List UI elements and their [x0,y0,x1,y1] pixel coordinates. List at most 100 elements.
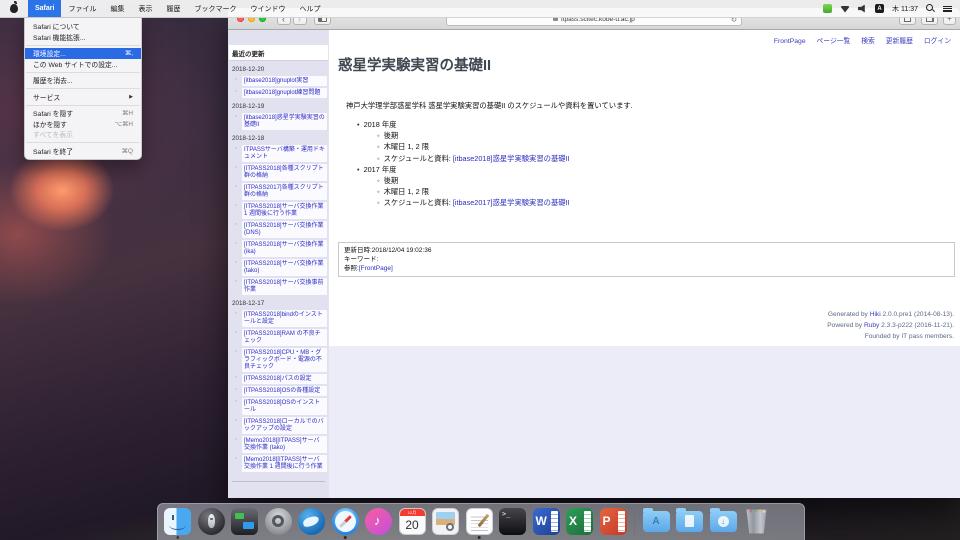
sidebar-title: 最近の更新 [229,45,328,61]
trash-icon[interactable] [743,508,770,535]
system-preferences-icon[interactable] [265,508,292,535]
menu-item-about-safari[interactable]: Safari について [25,21,141,32]
thunderbird-icon[interactable] [298,508,325,535]
menu-bar: Safari ファイル 編集 表示 履歴 ブックマーク ウインドウ ヘルプ A … [0,0,960,18]
nav-login[interactable]: ログイン [924,38,951,45]
nav-update-history[interactable]: 更新履歴 [886,38,913,45]
menu-separator [26,72,140,73]
sidebar-date: 2018-12-19 [232,103,327,110]
menu-edit[interactable]: 編集 [103,0,131,17]
menu-history[interactable]: 履歴 [159,0,187,17]
menu-clock[interactable]: 木 11:37 [892,4,918,14]
spotlight-search-icon[interactable] [926,4,935,13]
footer-line: Powered by Ruby 2.3.3-p222 (2016-11-21). [329,320,954,331]
menu-help[interactable]: ヘルプ [292,0,327,17]
terminal-icon[interactable] [499,508,526,535]
sidebar-link[interactable]: [ITPASS2018]各種スクリプト群の格納 [242,164,327,181]
frontpage-link[interactable]: [FrontPage] [359,265,393,272]
list-item: ◦スケジュールと資料: [itbase2017]惑星学実験実習の基礎II [377,199,960,207]
finder-icon[interactable] [164,508,191,535]
powerpoint-icon[interactable]: P [600,508,627,535]
calendar-month: 12月 [400,509,425,516]
wifi-icon[interactable] [840,5,850,13]
calendar-day: 20 [400,516,425,534]
dock-separator [634,506,635,536]
sidebar-link[interactable]: [ITPASS2018]OSのインストール [242,398,327,415]
volume-icon[interactable] [858,5,867,13]
reference-row: 参照:[FrontPage] [344,264,949,273]
word-icon[interactable]: W [533,508,560,535]
menu-item-quit-safari[interactable]: Safari を終了⌘Q [25,146,141,157]
menu-item-preferences[interactable]: 環境設定...⌘, [25,48,141,59]
sidebar-date: 2018-12-17 [232,300,327,307]
sidebar-link[interactable]: [ITPASS2018]CPU・MB・グラフィックボード・電源の不良チェック [242,348,327,372]
preview-icon[interactable] [432,508,459,535]
app-icon-green[interactable] [823,4,832,13]
sidebar-link[interactable]: [ITPASS2018]サーバ交換事前作業 [242,278,327,295]
sidebar-link[interactable]: [ITPASS2018]サーバ交換作業 1 週間後に行う作業 [242,202,327,219]
menu-item-hide-safari[interactable]: Safari を隠す⌘H [25,108,141,119]
menu-item-show-all: すべてを表示 [25,129,141,140]
sidebar-link[interactable]: [Memo2018][ITPASS]サーバ交換作業 (tako) [242,436,327,453]
menu-item-website-settings[interactable]: この Web サイトでの設定... [25,59,141,70]
submenu-arrow-icon: ▶ [129,94,133,100]
mission-control-icon[interactable] [231,508,258,535]
sidebar-link[interactable]: [itbase2018]惑星学実験実習の基礎II [242,113,327,130]
sidebar-link[interactable]: [ITPASS2018]パスの設定 [242,374,327,384]
menu-separator [26,142,140,143]
sidebar-link[interactable]: [ITPASS2018]ローカルでのバックアップの設定 [242,417,327,434]
calendar-icon[interactable]: 12月 20 [399,508,426,535]
apple-icon [10,4,18,13]
wiki-footer: Generated by Hiki 2.0.0.pre1 (2014-08-13… [329,309,960,342]
footer-line: Founded by IT pass members. [329,331,954,342]
sidebar-link[interactable]: [ITPASS2018]bindのインストールと設定 [242,310,327,327]
downloads-folder-icon[interactable]: ↓ [710,508,737,535]
sidebar-link[interactable]: [ITPASS2018]サーバ交換作業 (DNS) [242,221,327,238]
itbase2018-link[interactable]: [itbase2018]惑星学実験実習の基礎II [453,154,570,163]
page-meta-box: 更新日時:2018/12/04 19:02:36 キーワード: 参照:[Fron… [338,242,955,277]
menu-item-hide-others[interactable]: ほかを隠す⌥⌘H [25,119,141,130]
list-item: ◦後期 [377,132,960,140]
sidebar-date: 2018-12-18 [232,135,327,142]
menu-bookmarks[interactable]: ブックマーク [187,0,243,17]
ruby-link[interactable]: Ruby [864,322,879,329]
menu-window[interactable]: ウインドウ [243,0,292,17]
documents-folder-icon[interactable] [676,508,703,535]
status-area: A 木 11:37 [823,0,960,17]
nav-page-list[interactable]: ページ一覧 [817,38,851,45]
menu-file[interactable]: ファイル [61,0,103,17]
list-item: •2017 年度 [357,166,960,174]
menu-item-safari-extensions[interactable]: Safari 機能拡張... [25,32,141,43]
safari-dropdown-menu: Safari について Safari 機能拡張... 環境設定...⌘, この … [24,18,142,160]
menu-item-services[interactable]: サービス▶ [25,92,141,103]
updated-timestamp: 更新日時:2018/12/04 19:02:36 [344,246,949,255]
sidebar-link[interactable]: ITPASSサーバ構築・運用ドキュメント [242,145,327,162]
excel-icon[interactable]: X [566,508,593,535]
wiki-nav: FrontPage ページ一覧 検索 更新履歴 ログイン [329,30,960,45]
list-item: ◦木曜日 1, 2 限 [377,188,960,196]
sidebar-link[interactable]: [ITPASS2018]OSの各種設定 [242,386,327,396]
itunes-icon[interactable] [365,508,392,535]
apple-menu[interactable] [0,0,28,17]
hiki-link[interactable]: Hiki [870,311,881,318]
itbase2017-link[interactable]: [itbase2017]惑星学実験実習の基礎II [453,198,570,207]
menu-separator [26,105,140,106]
sidebar-link[interactable]: [ITPASS2018]サーバ交換作業 (ika) [242,240,327,257]
sidebar-link[interactable]: [Memo2018][ITPASS]サーバ交換作業 1 週間後に行う作業 [242,455,327,472]
menu-view[interactable]: 表示 [131,0,159,17]
menu-item-clear-history[interactable]: 履歴を消去... [25,75,141,86]
textedit-icon[interactable] [466,508,493,535]
applications-folder-icon[interactable]: A [643,508,670,535]
sidebar-link[interactable]: [ITPASS2018]RAM の不良チェック [242,329,327,346]
sidebar-link[interactable]: [ITPASS2017]各種スクリプト群の格納 [242,183,327,200]
input-source-icon[interactable]: A [875,4,884,13]
safari-icon[interactable] [332,508,359,535]
launchpad-icon[interactable] [198,508,225,535]
sidebar-link[interactable]: [itbase2018]gnuplot実習 [242,76,327,86]
notification-center-icon[interactable] [943,5,952,13]
sidebar-link[interactable]: [ITPASS2018]サーバ交換作業 (tako) [242,259,327,276]
sidebar-link[interactable]: [itbase2018]gnuplot練習問題 [242,88,327,98]
nav-search[interactable]: 検索 [861,38,875,45]
menu-safari[interactable]: Safari [28,0,61,17]
nav-frontpage[interactable]: FrontPage [774,38,806,45]
